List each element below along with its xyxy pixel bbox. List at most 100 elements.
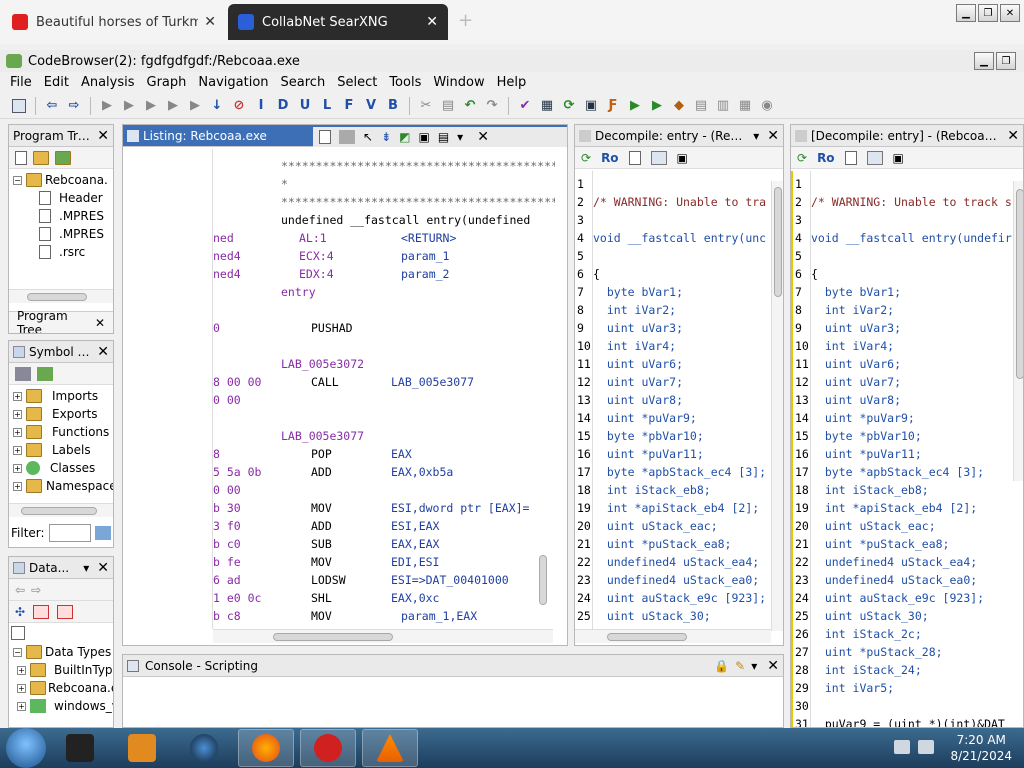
tab-program-tree[interactable]: Program Tree ✕ [9, 309, 113, 333]
ro-icon[interactable]: Ro [817, 151, 834, 165]
app-minimize-button[interactable]: ▁ [974, 52, 994, 70]
import-icon[interactable] [15, 366, 31, 381]
symbol-tree-item[interactable]: + Functions [13, 423, 109, 441]
filter-arrays-icon[interactable] [33, 604, 50, 619]
collapse-all-icon[interactable] [11, 626, 25, 640]
taskbar-app-browser[interactable] [176, 729, 232, 767]
listing-body[interactable]: *************************************** *… [123, 149, 555, 629]
console-output[interactable] [123, 677, 783, 727]
function-icon[interactable]: F [340, 97, 358, 115]
open-folder-icon[interactable] [33, 150, 49, 165]
symbol-tree-item[interactable]: + Labels [13, 441, 109, 459]
data-types-item[interactable]: + windows_vs [13, 697, 113, 715]
symbol-tree-item[interactable]: + Classes [13, 459, 109, 477]
minimize-button[interactable]: ▁ [956, 4, 976, 22]
close-icon[interactable]: ✕ [95, 316, 105, 330]
menu-file[interactable]: File [4, 75, 38, 90]
lock-icon[interactable]: 🔒 [714, 659, 729, 673]
debug-icon[interactable]: ◆ [670, 97, 688, 115]
close-icon[interactable]: ✕ [767, 128, 779, 144]
tree-item[interactable]: Header [13, 189, 109, 207]
tree-item[interactable]: .rsrc [13, 243, 109, 261]
bytes-viewer-icon[interactable]: ▣ [582, 97, 600, 115]
horizontal-scrollbar[interactable] [9, 289, 113, 303]
clock[interactable]: 7:20 AM 8/21/2024 [950, 732, 1012, 764]
refresh-icon[interactable]: ⟳ [797, 151, 807, 165]
navigate-data-icon[interactable]: ▶ [98, 97, 116, 115]
clear-icon[interactable]: ✎ [735, 659, 745, 673]
options-icon[interactable]: ▤ [438, 130, 449, 144]
filter-pointers-icon[interactable] [57, 604, 74, 619]
symbol-tree-item[interactable]: + Namespaces [13, 477, 113, 495]
close-button[interactable]: ✕ [1000, 4, 1020, 22]
edit-icon[interactable] [650, 150, 667, 165]
copy-icon[interactable] [844, 150, 857, 165]
cut-icon[interactable]: ✂ [417, 97, 435, 115]
decompile-left-vertical-scrollbar[interactable] [771, 181, 783, 631]
dropdown-icon[interactable]: ▾ [457, 130, 463, 144]
export-icon[interactable] [37, 366, 53, 381]
browser-tab-searxng[interactable]: CollabNet SearXNG ✕ [228, 4, 448, 40]
menu-select[interactable]: Select [331, 75, 383, 90]
save-icon[interactable] [10, 97, 28, 115]
symbol-icon[interactable]: ▦ [736, 97, 754, 115]
symbol-tree-item[interactable]: + Imports [13, 387, 109, 405]
diff-icon[interactable]: ◩ [399, 130, 410, 144]
chat-icon[interactable]: ◉ [758, 97, 776, 115]
menu-window[interactable]: Window [427, 75, 490, 90]
instruction-icon[interactable]: I [252, 97, 270, 115]
snapshot-icon[interactable]: ▣ [677, 151, 688, 165]
taskbar-app-terminal[interactable] [52, 729, 108, 767]
function-graph-icon[interactable]: Ƒ [604, 97, 622, 115]
dropdown-icon[interactable]: ▾ [83, 561, 89, 575]
close-tab-icon[interactable]: ✕ [426, 14, 438, 30]
close-tab-icon[interactable]: ✕ [204, 14, 216, 30]
menu-graph[interactable]: Graph [141, 75, 193, 90]
menu-help[interactable]: Help [491, 75, 533, 90]
merge-icon[interactable] [55, 150, 71, 165]
collapse-icon[interactable]: − [13, 175, 22, 185]
snapshot-icon[interactable]: ▣ [893, 151, 904, 165]
undo-icon[interactable]: ↶ [461, 97, 479, 115]
close-icon[interactable]: ✕ [477, 129, 489, 145]
app-restore-button[interactable]: ❐ [996, 52, 1016, 70]
edit-icon[interactable] [866, 150, 883, 165]
expand-icon[interactable]: ✣ [15, 605, 25, 619]
forward-icon[interactable]: ⇨ [31, 583, 41, 597]
menu-search[interactable]: Search [275, 75, 332, 90]
copy-icon[interactable] [319, 130, 331, 144]
script-manager-icon[interactable]: ▦ [538, 97, 556, 115]
decompile-right-vertical-scrollbar[interactable] [1013, 181, 1023, 481]
data-types-item[interactable]: + BuiltInTypes [13, 661, 113, 679]
undefined-icon[interactable]: U [296, 97, 314, 115]
menu-analysis[interactable]: Analysis [75, 75, 141, 90]
stop-icon[interactable]: ⊘ [230, 97, 248, 115]
data-types-root[interactable]: − Data Types [13, 643, 111, 661]
close-icon[interactable]: ✕ [97, 128, 109, 144]
data-types-item[interactable]: + Rebcoana.e [13, 679, 113, 697]
navigate-label-icon[interactable]: ▶ [164, 97, 182, 115]
network-icon[interactable] [894, 740, 910, 754]
filter-input[interactable] [48, 524, 91, 542]
refresh-icon[interactable]: ⟳ [581, 151, 591, 165]
navigate-function-icon[interactable]: ▶ [142, 97, 160, 115]
navigate-instruction-icon[interactable]: ▶ [120, 97, 138, 115]
decompile-left-body[interactable]: 1 2/* WARNING: Unable to tra 3 4 void __fast… [575, 171, 771, 631]
redo-icon[interactable]: ↷ [483, 97, 501, 115]
horizontal-scrollbar[interactable] [9, 503, 113, 517]
tree-root[interactable]: − Rebcoana. [13, 171, 109, 189]
snapshot-icon[interactable]: ▣ [418, 130, 429, 144]
forward-icon[interactable]: ⇨ [65, 97, 83, 115]
taskbar-app-vlc[interactable] [362, 729, 418, 767]
copy-icon[interactable] [628, 150, 641, 165]
memory-map-icon[interactable]: ▥ [714, 97, 732, 115]
paste-icon[interactable] [339, 130, 355, 144]
taskbar-app-firefox[interactable] [238, 729, 294, 767]
label-icon[interactable]: L [318, 97, 336, 115]
down-arrow-icon[interactable]: ↓ [208, 97, 226, 115]
run-icon[interactable]: ▶ [626, 97, 644, 115]
close-icon[interactable]: ✕ [767, 658, 779, 674]
start-button[interactable] [6, 728, 46, 768]
value-icon[interactable]: V [362, 97, 380, 115]
listing-horizontal-scrollbar[interactable] [213, 629, 553, 643]
